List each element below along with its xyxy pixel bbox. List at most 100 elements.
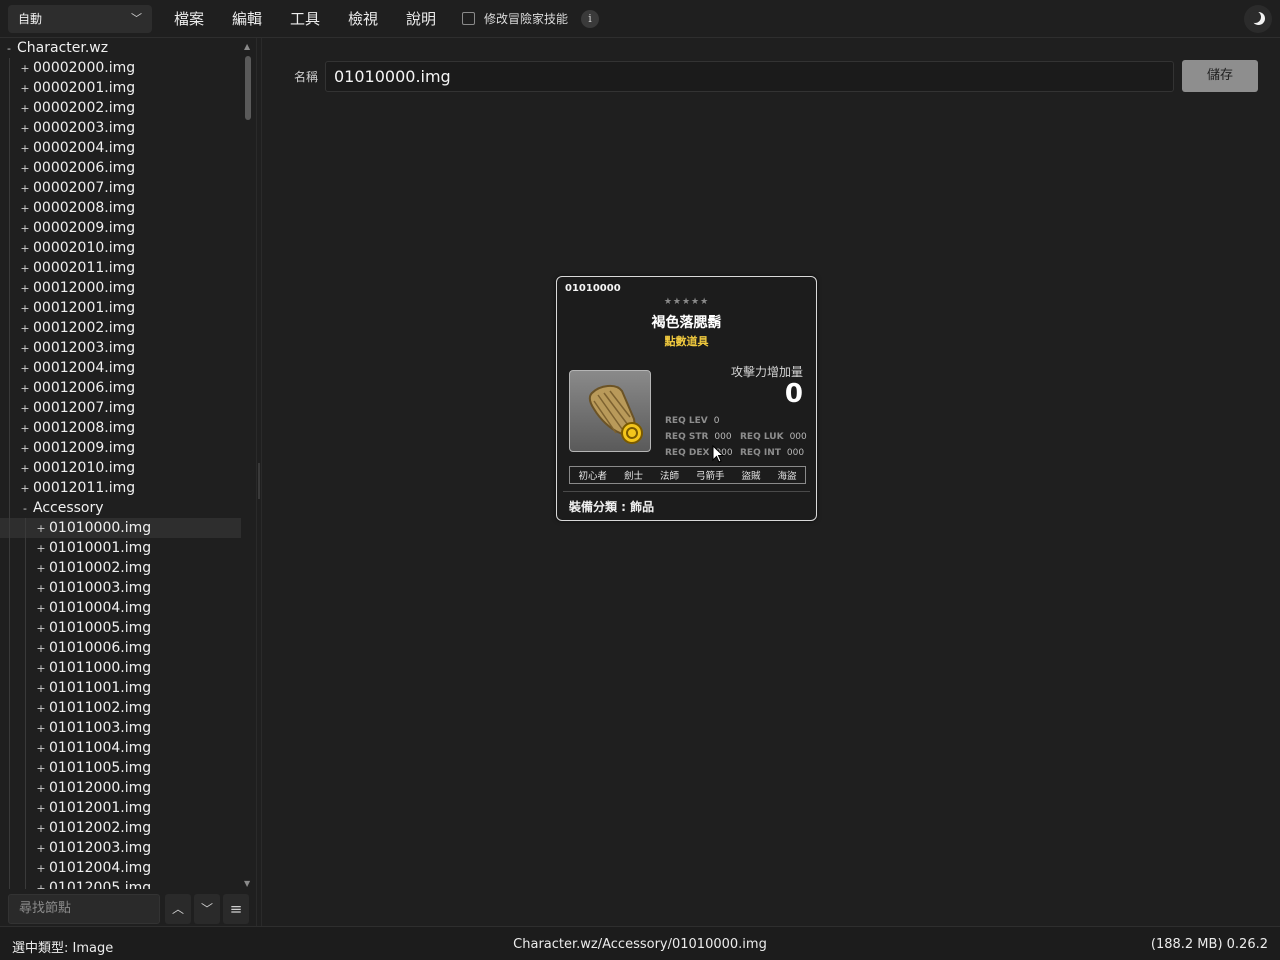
tree-node[interactable]: +01011000.img xyxy=(0,658,241,678)
splitter-grip[interactable] xyxy=(258,463,260,499)
menu-edit[interactable]: 編輯 xyxy=(232,0,262,38)
expand-icon[interactable]: + xyxy=(20,199,30,219)
tree-node[interactable]: +01010001.img xyxy=(0,538,241,558)
expand-icon[interactable]: + xyxy=(36,519,46,539)
tree-node[interactable]: +01010002.img xyxy=(0,558,241,578)
search-next-button[interactable]: ﹀ xyxy=(194,894,220,924)
expand-icon[interactable]: + xyxy=(20,279,30,299)
tree-node[interactable]: +00012002.img xyxy=(0,318,241,338)
expand-icon[interactable]: + xyxy=(36,539,46,559)
tree-node[interactable]: +00002009.img xyxy=(0,218,241,238)
expand-icon[interactable]: + xyxy=(36,799,46,819)
expand-icon[interactable]: + xyxy=(36,779,46,799)
tree-node[interactable]: +01010000.img xyxy=(0,518,241,538)
expand-icon[interactable]: + xyxy=(36,679,46,699)
tree-node[interactable]: +00002010.img xyxy=(0,238,241,258)
tree-node[interactable]: +01012000.img xyxy=(0,778,241,798)
scrollbar-thumb[interactable] xyxy=(245,56,251,120)
tree-node[interactable]: +01012005.img xyxy=(0,878,241,889)
expand-icon[interactable]: + xyxy=(20,419,30,439)
expand-icon[interactable]: + xyxy=(20,459,30,479)
tree-node[interactable]: +00012011.img xyxy=(0,478,241,498)
tree-node[interactable]: +00002000.img xyxy=(0,58,241,78)
tree-node[interactable]: +01012004.img xyxy=(0,858,241,878)
expand-icon[interactable]: + xyxy=(36,879,46,889)
tree-node[interactable]: +01012002.img xyxy=(0,818,241,838)
tree-node[interactable]: +00012009.img xyxy=(0,438,241,458)
info-icon[interactable]: i xyxy=(581,10,599,28)
expand-icon[interactable]: + xyxy=(20,179,30,199)
expand-icon[interactable]: + xyxy=(20,59,30,79)
expand-icon[interactable]: + xyxy=(20,299,30,319)
expand-icon[interactable]: + xyxy=(20,79,30,99)
expand-icon[interactable]: + xyxy=(20,339,30,359)
expand-icon[interactable]: + xyxy=(36,839,46,859)
tree-view[interactable]: - Character.wz +00002000.img +00002001.img +… xyxy=(0,38,241,889)
tree-node[interactable]: +01011001.img xyxy=(0,678,241,698)
expand-icon[interactable]: + xyxy=(20,219,30,239)
mode-dropdown[interactable]: 自動 ﹀ xyxy=(8,5,152,33)
tree-scrollbar[interactable]: ▲ ▼ xyxy=(242,42,254,888)
tree-node[interactable]: +00002001.img xyxy=(0,78,241,98)
expand-icon[interactable]: + xyxy=(36,659,46,679)
expand-icon[interactable]: + xyxy=(20,319,30,339)
name-input[interactable]: 01010000.img xyxy=(325,61,1174,92)
expand-icon[interactable]: + xyxy=(20,99,30,119)
menu-tools[interactable]: 工具 xyxy=(290,0,320,38)
tree-node[interactable]: +00002007.img xyxy=(0,178,241,198)
tree-node[interactable]: +00012006.img xyxy=(0,378,241,398)
tree-node[interactable]: +00002006.img xyxy=(0,158,241,178)
tree-node[interactable]: +00012004.img xyxy=(0,358,241,378)
expand-icon[interactable]: + xyxy=(36,599,46,619)
edit-skills-checkbox[interactable] xyxy=(462,12,475,25)
menu-icon[interactable]: ≡ xyxy=(223,894,249,924)
tree-node[interactable]: +00002003.img xyxy=(0,118,241,138)
tree-node[interactable]: +01011003.img xyxy=(0,718,241,738)
expand-icon[interactable]: + xyxy=(20,239,30,259)
tree-node-root[interactable]: - Character.wz xyxy=(0,38,241,58)
menu-view[interactable]: 檢視 xyxy=(348,0,378,38)
tree-node[interactable]: +00012003.img xyxy=(0,338,241,358)
expand-icon[interactable]: + xyxy=(20,479,30,499)
tree-node[interactable]: +00012001.img xyxy=(0,298,241,318)
tree-node[interactable]: +01010003.img xyxy=(0,578,241,598)
expand-icon[interactable]: + xyxy=(36,759,46,779)
tree-node[interactable]: +00002004.img xyxy=(0,138,241,158)
tree-node[interactable]: +00002011.img xyxy=(0,258,241,278)
expand-icon[interactable]: + xyxy=(20,119,30,139)
tree-node[interactable]: +01011004.img xyxy=(0,738,241,758)
expand-icon[interactable]: + xyxy=(36,739,46,759)
tree-node[interactable]: +01010005.img xyxy=(0,618,241,638)
tree-node[interactable]: +01012003.img xyxy=(0,838,241,858)
theme-toggle-button[interactable] xyxy=(1244,5,1272,33)
tree-node[interactable]: +01012001.img xyxy=(0,798,241,818)
expand-icon[interactable]: + xyxy=(20,259,30,279)
tree-node[interactable]: +00012007.img xyxy=(0,398,241,418)
tree-node-folder[interactable]: - Accessory xyxy=(0,498,241,518)
expand-icon[interactable]: + xyxy=(20,399,30,419)
expand-icon[interactable]: + xyxy=(36,719,46,739)
tree-node[interactable]: +00002002.img xyxy=(0,98,241,118)
tree-node[interactable]: +01010004.img xyxy=(0,598,241,618)
save-button[interactable]: 儲存 xyxy=(1182,60,1258,92)
collapse-icon[interactable]: - xyxy=(4,39,14,59)
scroll-up-icon[interactable]: ▲ xyxy=(244,42,250,51)
expand-icon[interactable]: + xyxy=(36,819,46,839)
scroll-down-icon[interactable]: ▼ xyxy=(244,879,250,888)
tree-node[interactable]: +00012010.img xyxy=(0,458,241,478)
menu-file[interactable]: 檔案 xyxy=(174,0,204,38)
expand-icon[interactable]: + xyxy=(20,439,30,459)
tree-node[interactable]: +00002008.img xyxy=(0,198,241,218)
expand-icon[interactable]: + xyxy=(20,159,30,179)
expand-icon[interactable]: + xyxy=(36,639,46,659)
panel-splitter[interactable] xyxy=(256,38,262,926)
search-prev-button[interactable]: ︿ xyxy=(165,894,191,924)
expand-icon[interactable]: + xyxy=(36,699,46,719)
tree-node[interactable]: +01011005.img xyxy=(0,758,241,778)
tree-node[interactable]: +00012000.img xyxy=(0,278,241,298)
expand-icon[interactable]: + xyxy=(20,379,30,399)
tree-node[interactable]: +00012008.img xyxy=(0,418,241,438)
collapse-icon[interactable]: - xyxy=(20,499,30,519)
expand-icon[interactable]: + xyxy=(36,559,46,579)
tree-node[interactable]: +01010006.img xyxy=(0,638,241,658)
